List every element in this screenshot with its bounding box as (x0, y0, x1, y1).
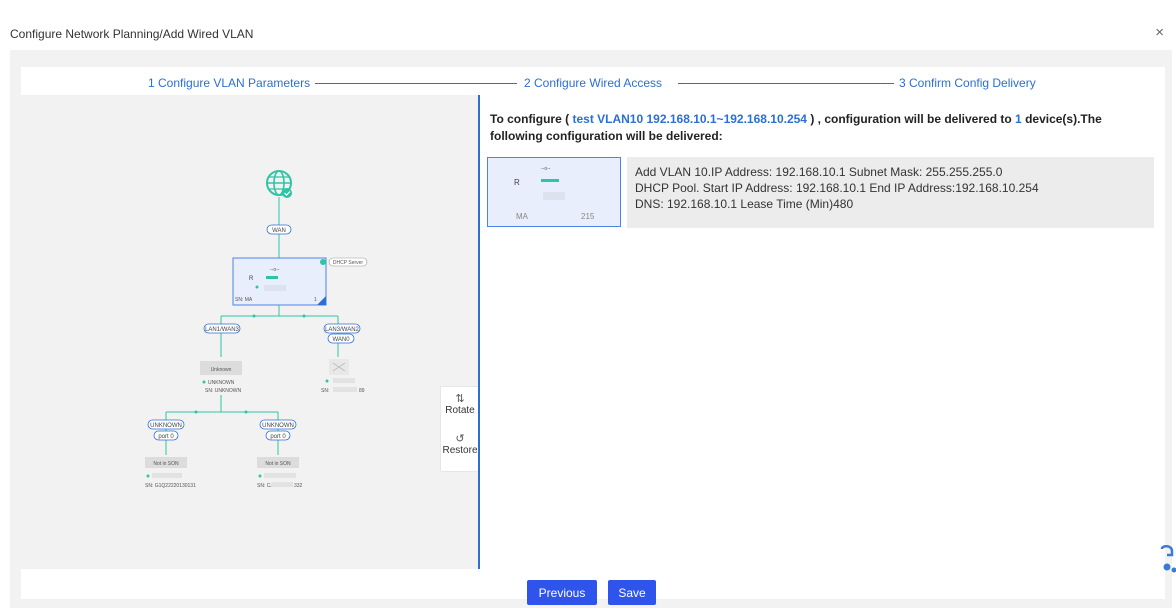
topology-diagram: WAN --o-- R SN: MA 1 DHCP Server LAN1/WA… (145, 170, 368, 489)
leaf-left-status: Not in SON (153, 461, 179, 467)
port-wan0-label: WAN0 (332, 337, 350, 343)
port-lan3-label: LAN3/WAN2 (325, 327, 359, 333)
device-sn-tail: 215 (581, 212, 595, 221)
unknown-switch-status: UNKNOWN (208, 380, 235, 386)
footer-bar: Previous Save (21, 569, 1165, 605)
modal-title: Configure Network Planning/Add Wired VLA… (10, 27, 254, 41)
step-connector (315, 83, 517, 84)
router-model: --o-- (270, 267, 280, 273)
leaf-right-port-name: UNKNOWN (262, 423, 294, 429)
save-button[interactable]: Save (608, 580, 656, 605)
summary-middle: , configuration will be delivered to (817, 112, 1012, 126)
config-line-dhcp: DHCP Pool. Start IP Address: 192.168.10.… (635, 181, 1039, 195)
delivery-summary: To configure ( test VLAN10 192.168.10.1~… (490, 112, 1102, 143)
steps-bar: 1 Configure VLAN Parameters 2 Configure … (21, 67, 1165, 95)
device-thumbnail: --o-- R MA 215 (514, 166, 595, 221)
device-sn-prefix: MA (516, 212, 529, 221)
summary-prefix: To configure (490, 112, 562, 126)
ap-sn: SN: (321, 388, 329, 394)
summary-count: 1 (1015, 112, 1022, 126)
router-node[interactable]: --o-- R SN: MA 1 (232, 257, 327, 306)
restore-label: Restore (442, 445, 478, 456)
rotate-icon: ⇅ (455, 393, 465, 405)
step-connector (678, 83, 894, 84)
diagram-tools: ⇅ Rotate ↺ Restore (440, 386, 480, 472)
router-sn-tail: 1 (314, 297, 317, 303)
device-model: --o-- (541, 166, 551, 172)
config-line-vlan: Add VLAN 10.IP Address: 192.168.10.1 Sub… (635, 165, 1003, 179)
summary-vlan: test VLAN10 192.168.10.1~192.168.10.254 (572, 112, 807, 126)
unknown-switch-sn: SN: UNKNOWN (205, 388, 242, 394)
modal-header: Configure Network Planning/Add Wired VLA… (0, 0, 1176, 50)
target-device-card[interactable]: --o-- R MA 215 (487, 157, 621, 227)
config-details: Add VLAN 10.IP Address: 192.168.10.1 Sub… (627, 157, 1154, 228)
unknown-switch-name: Unknown (211, 367, 232, 373)
dhcp-server-label: DHCP Server (333, 260, 364, 266)
step-configure-wired-access[interactable]: 2 Configure Wired Access (524, 76, 662, 90)
leaf-left-sn: SN: G1Q22220130131 (145, 483, 196, 489)
leaf-left-node[interactable]: Not in SON SN: G1Q22220130131 (145, 457, 196, 489)
delivery-panel: To configure ( test VLAN10 192.168.10.1~… (480, 95, 1165, 569)
step-configure-vlan[interactable]: 1 Configure VLAN Parameters (148, 76, 310, 90)
restore-icon: ↺ (455, 433, 465, 445)
ap-node[interactable]: SN: 89 (321, 359, 365, 394)
leaf-right-port: port 0 (270, 434, 286, 440)
port-lan1-label: LAN1/WAN3 (205, 327, 239, 333)
modal-body: 1 Configure VLAN Parameters 2 Configure … (10, 50, 1172, 608)
leaf-right-node[interactable]: Not in SON SN: CA 332 (257, 457, 303, 489)
restore-button[interactable]: ↺ Restore (441, 433, 479, 456)
leaf-left-port: port 0 (158, 434, 174, 440)
topology-panel: WAN --o-- R SN: MA 1 DHCP Server LAN1/WA… (21, 95, 478, 569)
check-icon (282, 188, 292, 198)
router-letter: R (249, 276, 254, 282)
rotate-button[interactable]: ⇅ Rotate (441, 393, 479, 416)
wan-label: WAN (272, 228, 286, 234)
previous-button[interactable]: Previous (527, 580, 597, 605)
ap-sn-tail: 89 (359, 388, 365, 394)
leaf-right-status: Not in SON (265, 461, 291, 467)
device-letter: R (514, 178, 520, 187)
assistant-icon[interactable] (1158, 543, 1176, 577)
leaf-left-port-name: UNKNOWN (150, 423, 182, 429)
router-sn: SN: MA (235, 297, 253, 303)
config-line-dns: DNS: 192.168.10.1 Lease Time (Min)480 (635, 197, 854, 211)
close-icon[interactable]: × (1155, 25, 1164, 40)
rotate-label: Rotate (445, 405, 475, 416)
step-confirm-delivery[interactable]: 3 Confirm Config Delivery (899, 76, 1036, 90)
leaf-right-sn-tail: 332 (294, 483, 303, 489)
unknown-switch-node[interactable]: Unknown UNKNOWN SN: UNKNOWN (200, 361, 242, 394)
